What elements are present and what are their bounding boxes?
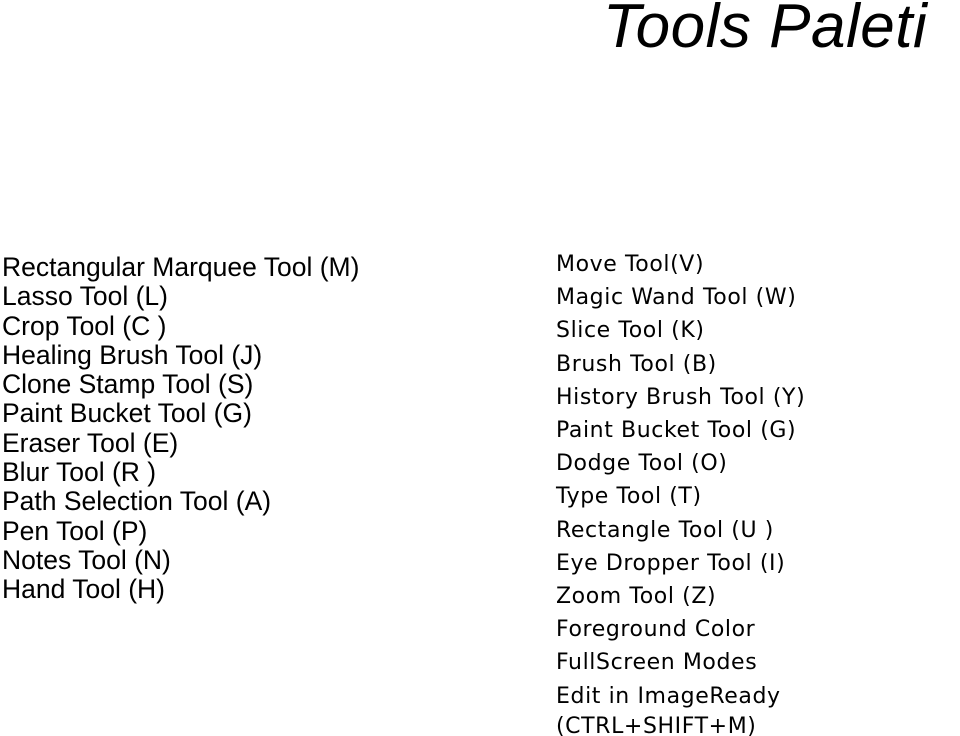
list-item: History Brush Tool (Y) [556,384,806,410]
list-item: Notes Tool (N) [2,544,171,575]
list-item: Hand Tool (H) [2,574,165,605]
list-item: Edit in ImageReady [556,683,781,709]
slide-canvas: Tools Paleti Rectangular Marquee Tool (M… [0,0,960,736]
list-item: Foreground Color [556,617,756,643]
list-item: Pen Tool (P) [2,515,148,546]
left-tool-list: Rectangular Marquee Tool (M) Lasso Tool … [2,252,532,605]
list-item: Blur Tool (R ) [2,457,157,488]
list-item: FullScreen Modes [556,650,758,676]
list-item: Type Tool (T) [556,484,702,510]
list-item: Rectangular Marquee Tool (M) [2,252,360,282]
list-item: Dodge Tool (O) [556,451,728,477]
list-item: Rectangle Tool (U ) [556,517,774,543]
list-item: (CTRL+SHIFT+M) [556,713,757,736]
list-item: Lasso Tool (L) [2,281,168,312]
list-item: Brush Tool (B) [556,351,717,377]
list-item: Slice Tool (K) [556,318,705,344]
list-item: Eraser Tool (E) [2,427,179,458]
page-title: Tools Paleti [603,0,928,61]
list-item: Eye Dropper Tool (I) [556,550,786,576]
list-item: Path Selection Tool (A) [2,486,272,517]
list-item: Magic Wand Tool (W) [556,285,797,311]
list-item: Paint Bucket Tool (G) [2,398,252,429]
list-item: Paint Bucket Tool (G) [556,418,797,444]
list-item: Move Tool(V) [556,252,705,277]
list-item: Zoom Tool (Z) [556,584,717,610]
list-item: Crop Tool (C ) [2,310,167,341]
right-tool-list: Move Tool(V) Magic Wand Tool (W) Slice T… [556,248,960,736]
list-item: Clone Stamp Tool (S) [2,369,254,400]
list-item: Healing Brush Tool (J) [2,339,263,370]
